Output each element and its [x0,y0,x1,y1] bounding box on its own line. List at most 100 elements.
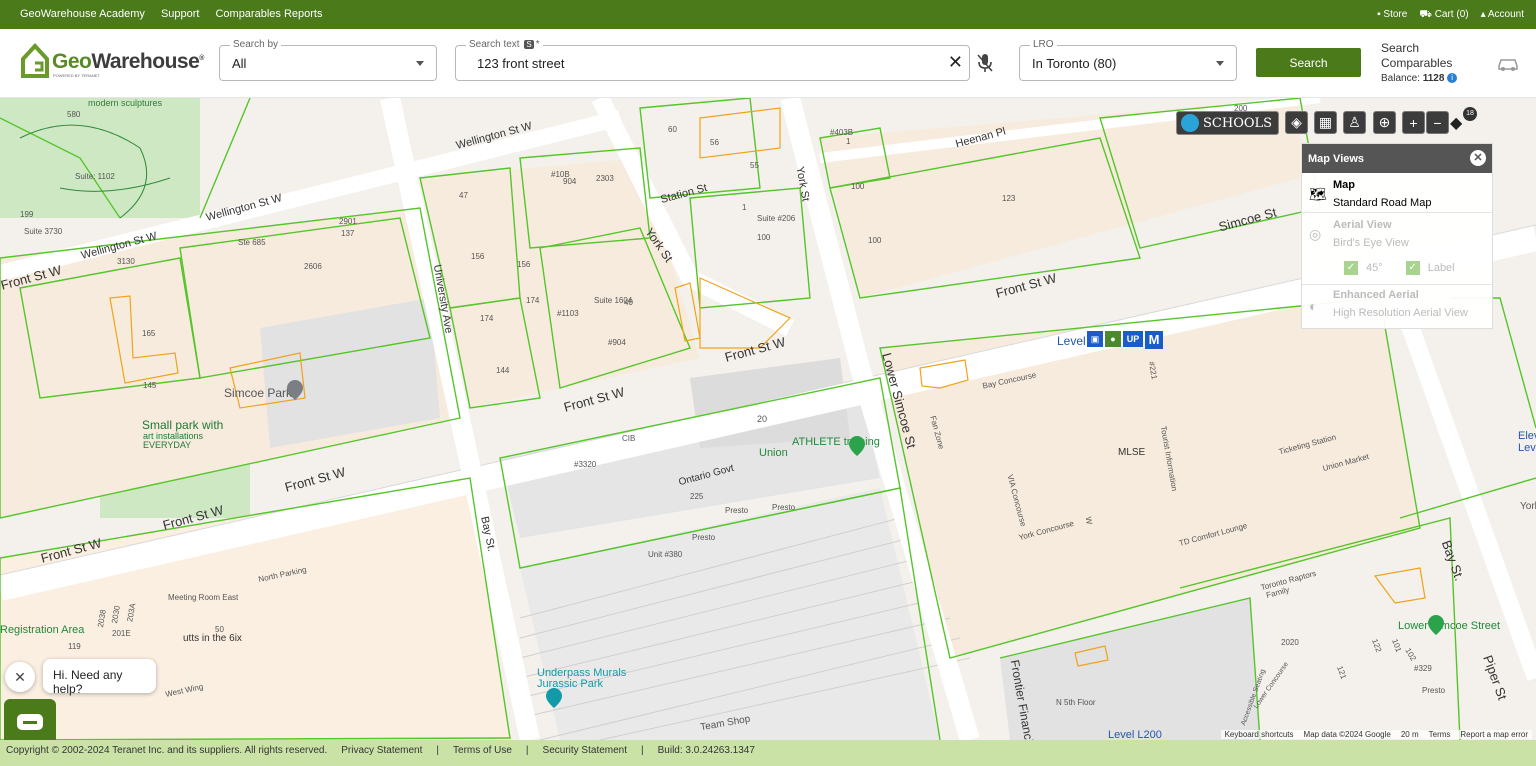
map-view-option-map[interactable]: 🗺 Map Standard Road Map [1302,173,1492,213]
checkbox-label[interactable]: ✓ [1405,261,1420,275]
map-views-title: Map Views [1308,153,1365,165]
stack-layers-icon[interactable]: ◆ [1450,113,1462,133]
zoom-out-icon[interactable]: − [1426,111,1449,134]
street-view-icon[interactable]: ♙ [1343,111,1366,134]
comparables-reports-link[interactable]: Comparables Reports [215,8,322,20]
map-label: #3320 [574,460,597,469]
terms-link[interactable]: Terms of Use [453,745,512,756]
map-label: 2020 [1281,638,1299,647]
search-text-value: 123 front street [477,56,565,71]
layers-icon[interactable]: ◈ [1285,111,1308,134]
map-label: MLSE [1118,447,1146,458]
map-label: 174 [480,314,494,323]
lro-select[interactable]: LRO In Toronto (80) [1019,39,1237,81]
clear-search-icon[interactable]: ✕ [948,53,963,71]
checkbox-45[interactable]: ✓ [1344,261,1358,275]
shortcut-badge: S [524,40,534,49]
report-map-error-link[interactable]: Report a map error [1460,730,1528,739]
union-transit-badges[interactable]: ▣ ● UP M [1087,331,1163,349]
search-text-field[interactable]: Search text S * 123 front street ✕ [455,39,970,81]
map-label: Suite #206 [757,214,796,223]
map-label: utts in the 6ix [183,633,242,644]
academy-link[interactable]: GeoWarehouse Academy [20,8,145,20]
map-label: Unit #380 [648,550,683,559]
map-label: Level L200 [1108,729,1162,740]
option-title: Aerial View [1333,219,1392,231]
page-footer: Copyright © 2002-2024 Teranet Inc. and i… [0,740,1536,766]
map-label: Small park with [142,418,224,432]
store-link[interactable]: ▪ Store [1377,9,1407,22]
map-label: 1 [742,203,747,212]
balance: Balance: 1128 i [1381,73,1458,84]
chat-icon [17,714,43,730]
locate-icon[interactable]: ⊕ [1373,111,1396,134]
cart-label: Cart (0) [1434,9,1469,20]
lro-label: LRO [1030,39,1057,50]
map-label: 1 [846,137,851,146]
car-icon[interactable] [1497,56,1519,72]
map-label: Presto [725,506,749,515]
geowarehouse-logo[interactable]: GeoWarehouse® POWERED BY TERANET [20,43,204,83]
map-label: 40 [624,298,633,307]
fitness-pin-icon[interactable] [849,436,865,456]
landmark-pin-icon[interactable] [287,380,303,400]
search-by-select[interactable]: Search by All [219,39,437,81]
venue-pin-icon[interactable] [1428,615,1444,635]
map-view-icon[interactable]: ▦ [1314,111,1337,134]
keyboard-shortcuts-link[interactable]: Keyboard shortcuts [1225,730,1294,739]
map-label: Presto [772,503,796,512]
map-label: CIB [622,434,636,443]
map-label: ATHLETE training [792,436,880,448]
map-label: 174 [526,296,540,305]
search-button[interactable]: Search [1256,48,1361,77]
school-icon [1181,114,1199,132]
account-link[interactable]: ▴ Account [1481,9,1524,22]
comparables-line1: Search [1381,41,1420,55]
map-views-panel: Map Views ✕ 🗺 Map Standard Road Map ◎ Ae… [1301,143,1493,329]
map-label: 3130 [117,257,135,266]
scale-bar[interactable]: 20 m [1401,730,1419,739]
chevron-down-icon [416,61,424,66]
map-label: 119 [68,642,81,651]
map-terms-link[interactable]: Terms [1429,730,1451,739]
map-canvas[interactable]: modern sculptures Wellington St W Wellin… [0,98,1536,740]
privacy-link[interactable]: Privacy Statement [341,745,422,756]
account-label: Account [1487,9,1524,20]
chat-bubble[interactable]: Hi. Need any help? [43,659,156,696]
map-views-header: Map Views ✕ [1302,144,1492,173]
separator: | [641,745,644,756]
cart-link[interactable]: ⛟ Cart (0) [1419,9,1468,22]
map-label: 100 [868,236,882,245]
map-label: 145 [143,381,157,390]
map-label: 123 [1002,194,1016,203]
map-label: #329 [1414,664,1432,673]
map-label: 50 [215,625,224,634]
map-label: 100 [851,182,865,191]
option-subtitle: High Resolution Aerial View [1333,307,1468,319]
map-label: Meeting Room East [168,593,239,602]
map-label: Lower Simcoe Street [1398,620,1501,632]
map-label: 580 [67,110,81,119]
close-chat-icon[interactable]: ✕ [5,662,35,692]
layer-count-badge: 18 [1463,107,1477,121]
option-title: Enhanced Aerial [1333,289,1419,301]
map-label: 225 [690,492,704,501]
map-label: Ste 685 [238,238,266,247]
security-link[interactable]: Security Statement [543,745,627,756]
cart-icon: ⛟ [1419,9,1432,20]
zoom-in-icon[interactable]: + [1402,111,1425,134]
map-label: Union [759,447,788,459]
search-by-label: Search by [230,39,282,50]
attraction-pin-icon[interactable] [546,688,562,708]
up-express-icon: UP [1123,331,1143,347]
microphone-off-icon[interactable] [976,53,994,73]
search-text-label: Search text S * [466,39,543,50]
schools-layer-button[interactable]: SCHOOLS [1176,111,1279,135]
map-label: #403B [830,128,854,137]
balance-value: 1128 [1422,73,1445,84]
support-link[interactable]: Support [161,8,200,20]
info-icon[interactable]: i [1447,73,1458,84]
close-icon[interactable]: ✕ [1470,150,1486,166]
separator: | [436,745,440,756]
search-comparables-link[interactable]: Search Comparables [1381,41,1452,71]
